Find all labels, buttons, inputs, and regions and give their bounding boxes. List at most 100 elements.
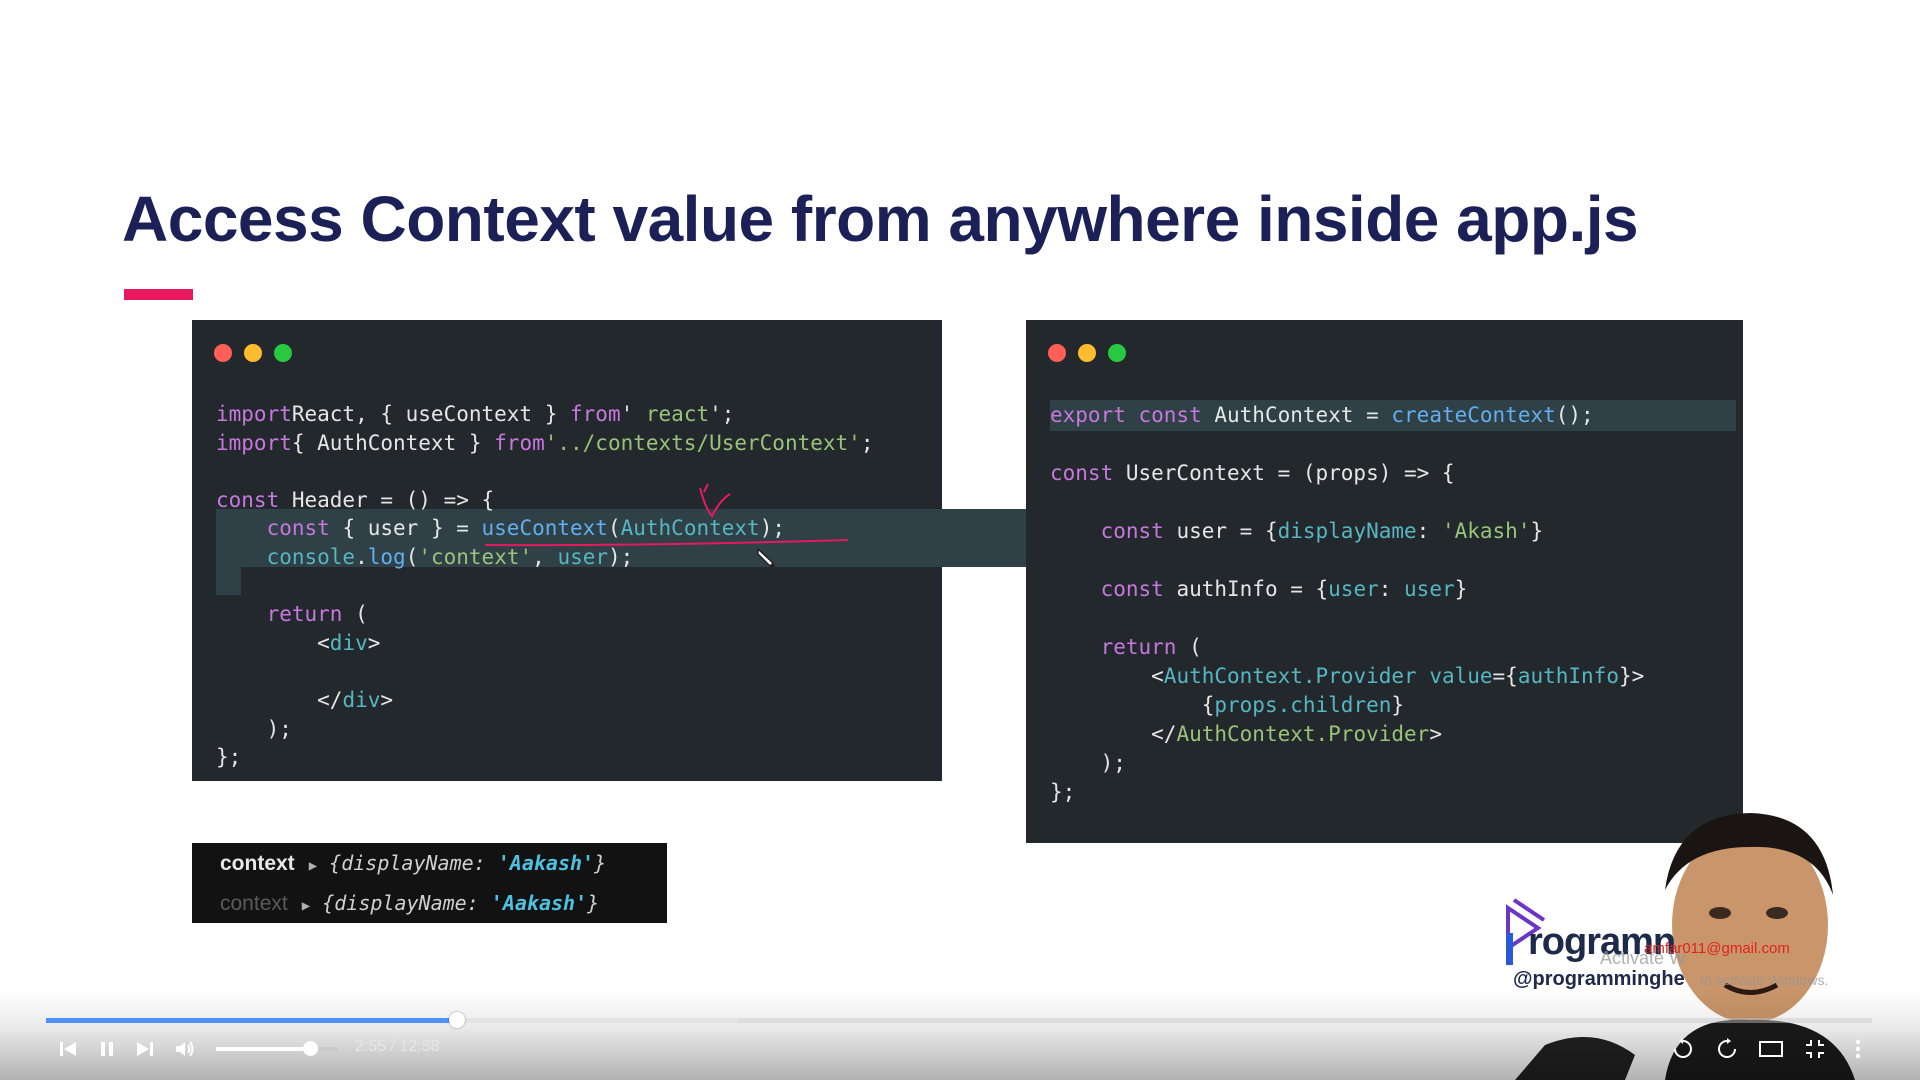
code-token: react [645,402,710,426]
code-line: return ( [216,600,873,629]
code-token: , [532,544,558,569]
next-icon [137,1042,153,1056]
code-line: const authInfo = {user: user} [1050,575,1644,604]
code-token: AuthContext.Provider [1176,722,1430,746]
code-token: { AuthContext } [291,430,495,455]
code-token: </ [216,687,343,712]
code-token: (); [1555,403,1594,427]
code-line: return ( [1050,633,1644,662]
code-token: user [1404,577,1455,601]
next-button[interactable] [130,1036,160,1062]
code-token: React, { useContext } [291,402,571,426]
code-line: ); [216,715,873,744]
code-token: > [380,687,394,712]
code-token: user = { [1176,519,1278,543]
pencil-cursor-icon [757,547,776,569]
code-line: }; [216,743,873,772]
code-token: : [1378,577,1405,601]
code-token: < [216,630,330,655]
code-token: : [1416,519,1442,543]
code-token: 'Akash' [1441,519,1531,543]
progress-scrubber[interactable] [448,1012,465,1028]
code-token: ( [355,602,368,627]
previous-icon [60,1042,76,1056]
previous-button[interactable] [53,1036,83,1062]
pause-icon [101,1042,113,1056]
code-line: ); [1050,749,1644,778]
code-token: const [216,487,292,512]
rewind-10-button[interactable] [1668,1036,1698,1062]
code-line: {props.children} [1050,691,1644,720]
code-token: useContext [481,516,608,541]
more-options-button[interactable] [1843,1036,1873,1062]
window-controls [214,344,292,362]
volume-knob[interactable] [302,1041,318,1056]
code-token: div [329,630,368,655]
code-token: > [367,630,381,655]
code-token: return [266,602,356,627]
code-token: ); [759,516,785,541]
code-token: import [216,402,292,426]
code-token: displayName [1277,519,1417,543]
code-token: }; [1050,780,1076,804]
forward-10-icon [1718,1038,1736,1058]
header-code-block: importReact, { useContext } from ' react '… [216,400,873,772]
code-token: ; [860,430,874,455]
email-watermark: amfar011@gmail.com [1644,940,1790,957]
code-token: user [1328,577,1379,601]
code-token: { user } = [342,516,482,541]
code-line: const { user } = useContext(AuthContext)… [216,514,873,543]
maximize-dot-icon [1108,344,1126,362]
code-line: const UserContext = (props) => { [1050,459,1644,488]
code-token: ' [620,402,646,426]
code-token: authInfo [1517,664,1619,688]
exit-fullscreen-button[interactable] [1800,1036,1830,1062]
window-controls [1048,344,1126,362]
expand-arrow-icon[interactable]: ▶ [309,858,317,874]
code-token: }; [216,745,242,770]
code-token: > [1429,722,1442,746]
console-label: context [220,852,295,875]
maximize-dot-icon [274,344,292,362]
code-token: ( [1189,635,1202,659]
volume-level [216,1047,310,1051]
code-token: 'context' [418,544,533,569]
expand-arrow-icon[interactable]: ▶ [302,898,310,914]
code-line: <AuthContext.Provider value={authInfo}> [1050,662,1644,691]
code-token: UserContext = (props) => { [1125,461,1455,485]
code-line: </div> [216,686,873,715]
forward-10-button[interactable] [1712,1036,1742,1062]
code-token: } [1530,519,1544,543]
code-token: export const [1050,403,1215,427]
time-display: 2:55 / 12:58 [355,1038,440,1055]
code-line: <div> [216,629,873,658]
code-line: importReact, { useContext } from' react'… [216,400,873,429]
volume-icon [176,1041,194,1057]
console-object: {displayName: [322,890,491,915]
code-token: createContext [1391,403,1556,427]
minimize-dot-icon [244,344,262,362]
title-accent-bar [124,289,193,300]
code-token: const [1050,461,1126,485]
code-token: AuthContext.Provider [1163,664,1417,688]
code-token: from [494,430,545,455]
console-label: context [220,892,288,915]
code-token: ( [405,544,419,569]
pause-button[interactable] [92,1036,122,1062]
code-token: { [1050,693,1215,717]
close-dot-icon [1048,344,1066,362]
volume-button[interactable] [170,1036,200,1062]
code-token: } [1454,577,1468,601]
minimize-dot-icon [1078,344,1096,362]
theater-mode-button[interactable] [1756,1036,1786,1062]
code-line: import{ AuthContext } from'../contexts/U… [216,429,873,458]
code-token: < [1050,664,1164,688]
